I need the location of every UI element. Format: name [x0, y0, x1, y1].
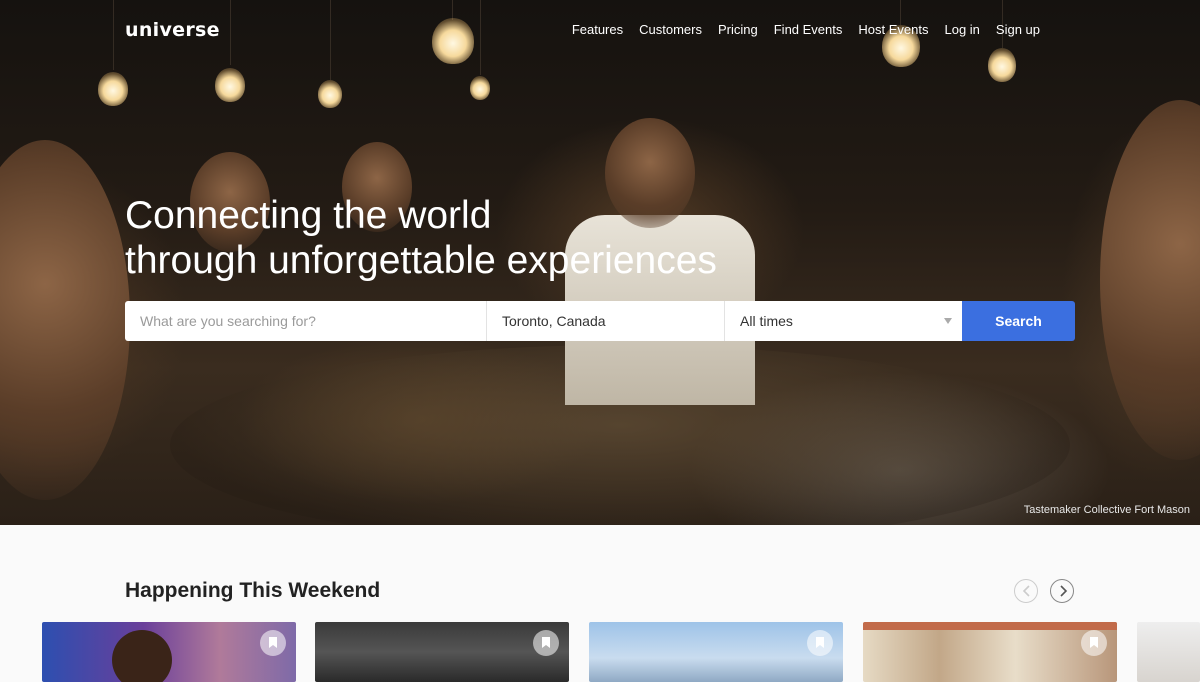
event-card[interactable]	[315, 622, 569, 682]
search-time-select[interactable]: All times	[724, 301, 962, 341]
chevron-right-icon	[1060, 585, 1068, 597]
nav-features[interactable]: Features	[572, 22, 623, 37]
bookmark-icon	[269, 637, 277, 648]
carousel-next-button[interactable]	[1050, 579, 1074, 603]
event-card[interactable]	[863, 622, 1117, 682]
headline-line-2: through unforgettable experiences	[125, 239, 717, 282]
headline-line-1: Connecting the world	[125, 194, 492, 237]
search-query-input[interactable]	[125, 301, 486, 341]
photo-credit: Tastemaker Collective Fort Mason	[1023, 504, 1190, 516]
nav-host-events[interactable]: Host Events	[858, 22, 928, 37]
bookmark-button[interactable]	[533, 630, 559, 656]
bookmark-button[interactable]	[807, 630, 833, 656]
nav-pricing[interactable]: Pricing	[718, 22, 758, 37]
event-card-partial[interactable]	[1137, 622, 1200, 682]
chevron-left-icon	[1022, 585, 1030, 597]
event-card[interactable]	[589, 622, 843, 682]
search-time-value: All times	[740, 313, 793, 329]
nav-log-in[interactable]: Log in	[944, 22, 979, 37]
bookmark-button[interactable]	[1081, 630, 1107, 656]
hero-banner: universe Features Customers Pricing Find…	[0, 0, 1200, 525]
bookmark-icon	[1090, 637, 1098, 648]
bookmark-icon	[542, 637, 550, 648]
search-button[interactable]: Search	[962, 301, 1075, 341]
carousel-prev-button[interactable]	[1014, 579, 1038, 603]
universe-logo[interactable]: universe	[125, 19, 220, 41]
bookmark-icon	[816, 637, 824, 648]
top-navigation: universe Features Customers Pricing Find…	[0, 0, 1200, 60]
nav-find-events[interactable]: Find Events	[774, 22, 843, 37]
nav-sign-up[interactable]: Sign up	[996, 22, 1040, 37]
event-search-bar: All times Search	[125, 301, 1075, 341]
section-title: Happening This Weekend	[125, 579, 381, 602]
nav-links: Features Customers Pricing Find Events H…	[572, 22, 1040, 37]
chevron-down-icon	[944, 318, 952, 324]
hero-headline: Connecting the world through unforgettab…	[125, 193, 717, 283]
event-card[interactable]	[42, 622, 296, 682]
search-location-input[interactable]	[486, 301, 724, 341]
bookmark-button[interactable]	[260, 630, 286, 656]
nav-customers[interactable]: Customers	[639, 22, 702, 37]
